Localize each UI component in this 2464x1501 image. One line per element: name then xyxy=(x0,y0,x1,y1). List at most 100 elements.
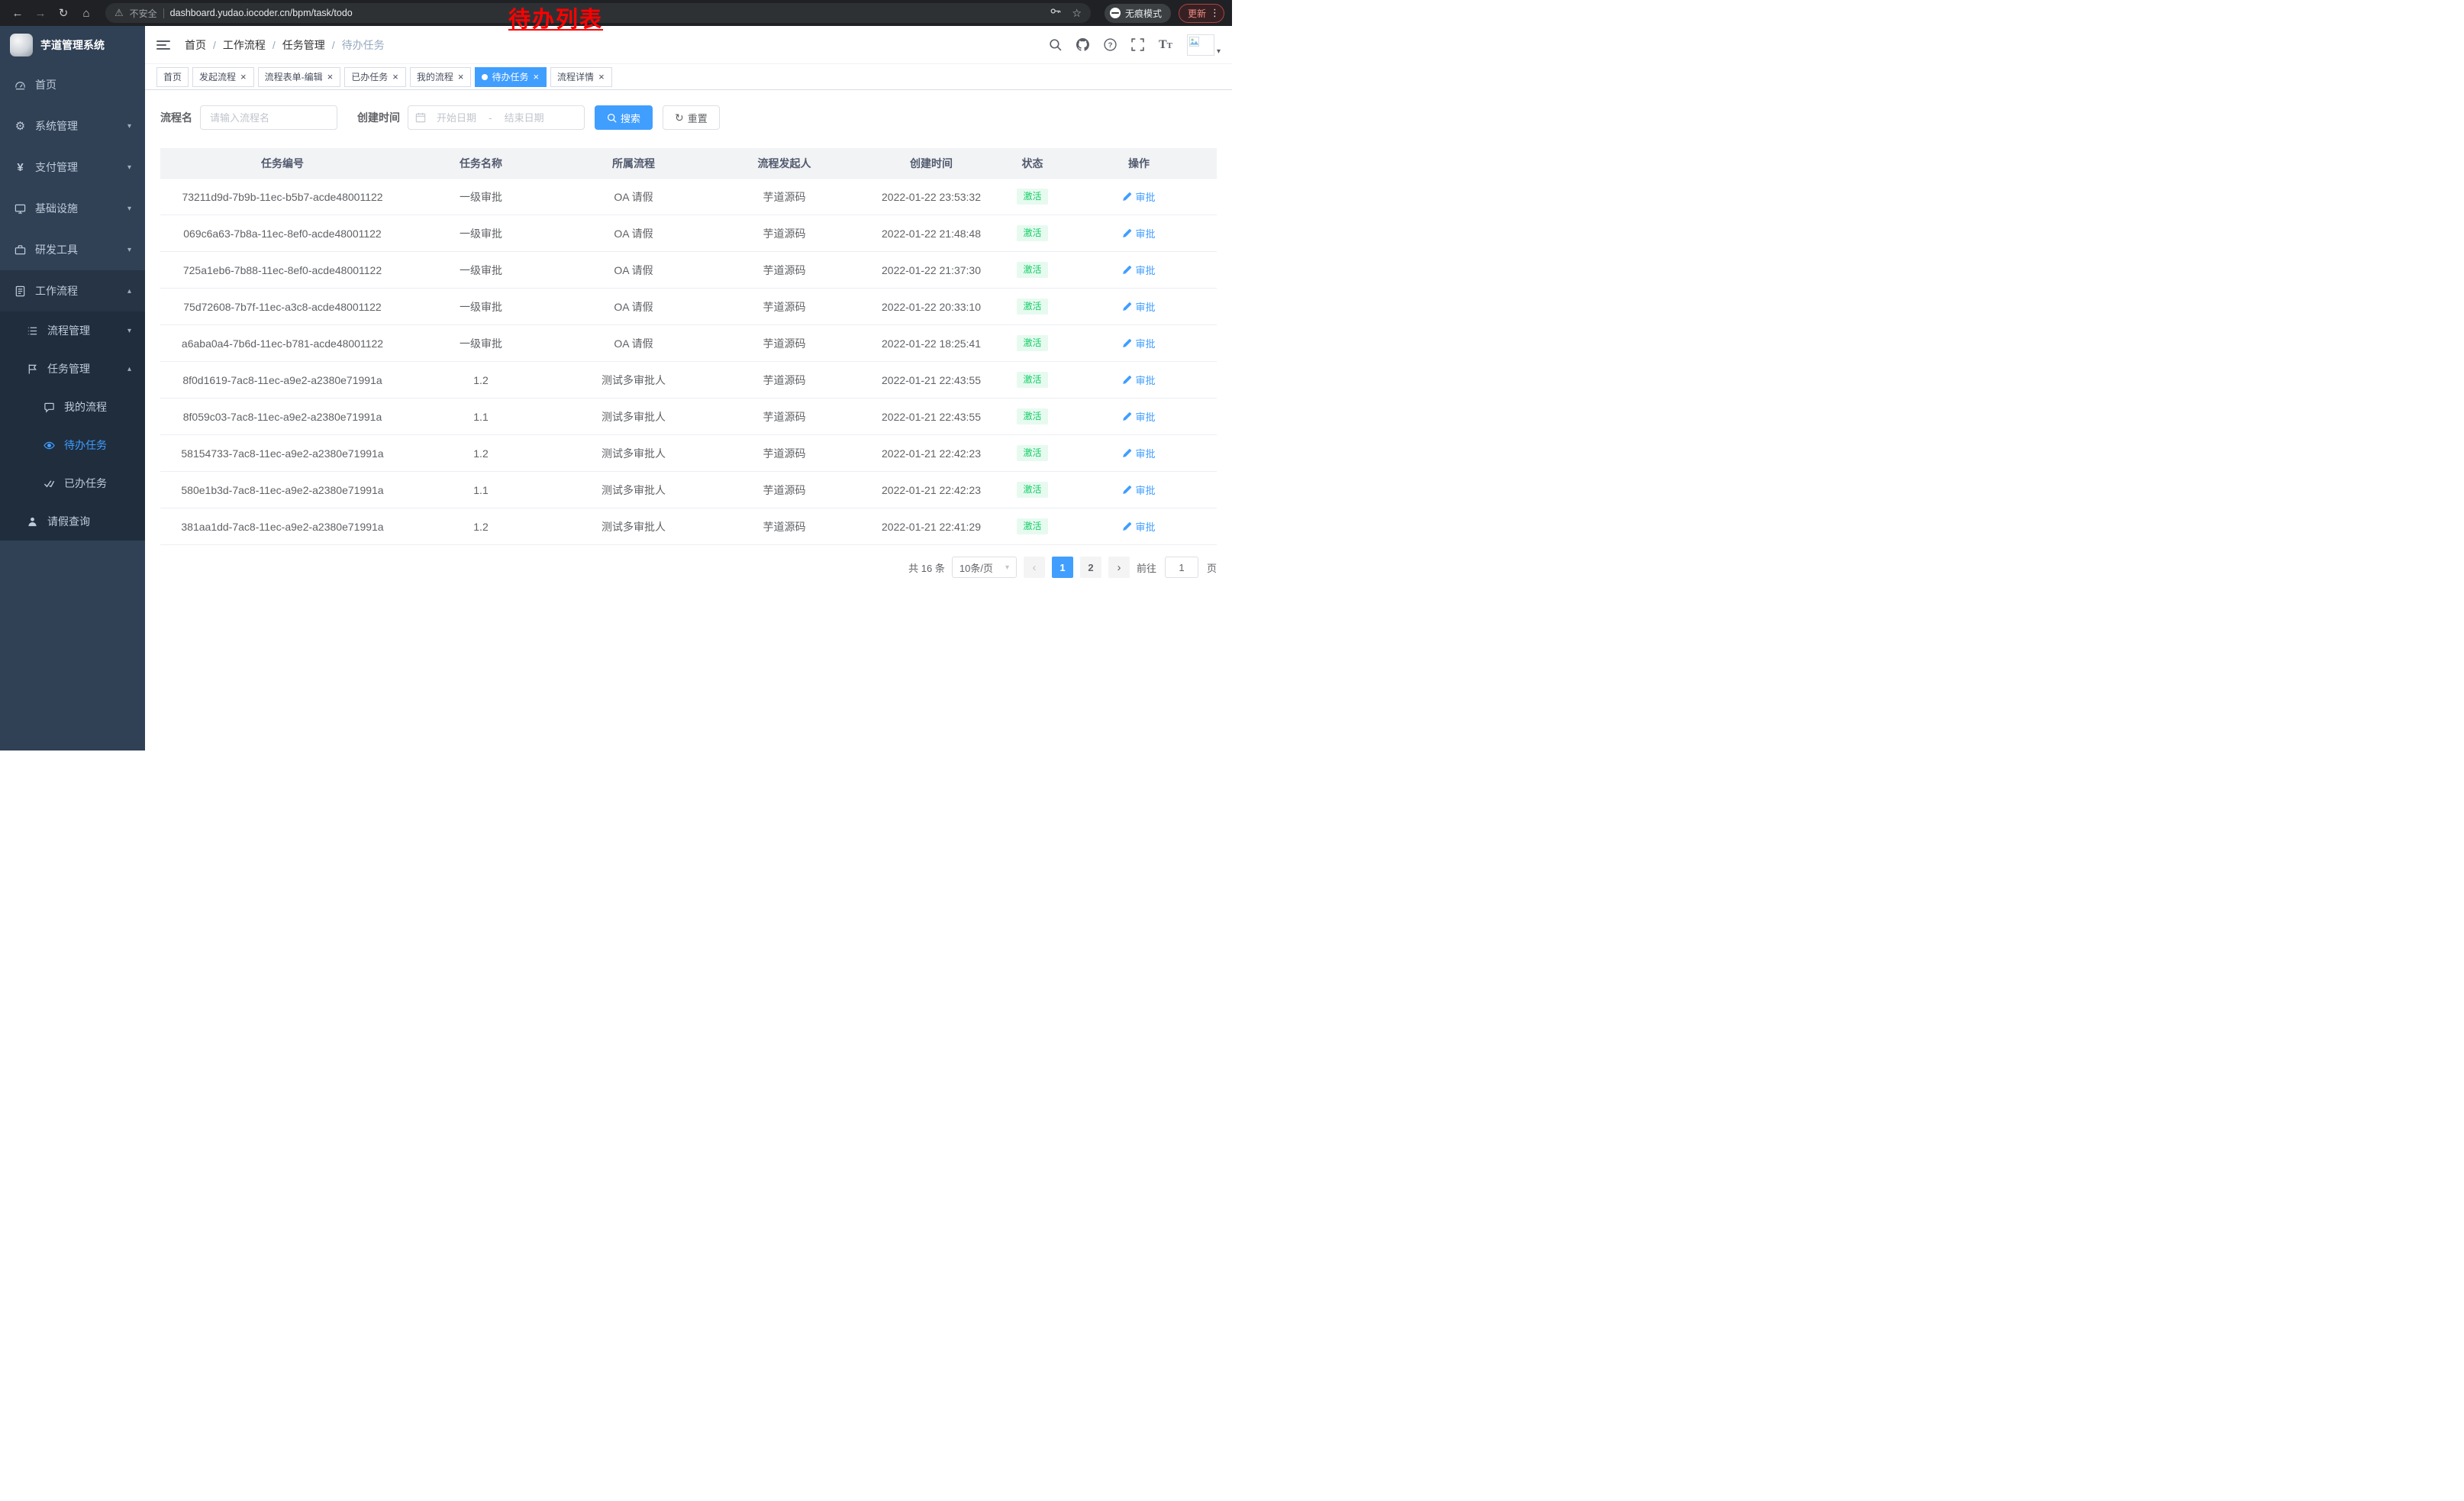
breadcrumb: 首页 / 工作流程 / 任务管理 / 待办任务 xyxy=(185,37,385,53)
close-icon[interactable]: × xyxy=(598,72,605,82)
sidebar-item-todo-tasks[interactable]: 待办任务 xyxy=(0,426,145,464)
sidebar-item-home[interactable]: 首页 xyxy=(0,64,145,105)
bookmark-star-icon[interactable]: ☆ xyxy=(1072,7,1082,20)
close-icon[interactable]: × xyxy=(532,72,540,82)
cell-create-time: 2022-01-22 18:25:41 xyxy=(859,337,1004,350)
sidebar-item-process-management[interactable]: 流程管理 ▾ xyxy=(0,311,145,350)
url-text[interactable]: dashboard.yudao.iocoder.cn/bpm/task/todo xyxy=(170,8,1044,18)
password-key-icon[interactable] xyxy=(1050,5,1061,21)
close-icon[interactable]: × xyxy=(392,72,399,82)
goto-page-input[interactable] xyxy=(1165,557,1198,578)
cell-task-name: 1.2 xyxy=(405,374,557,386)
update-button[interactable]: 更新 ⋮ xyxy=(1179,4,1224,23)
date-range-picker[interactable]: - xyxy=(408,105,585,130)
breadcrumb-task-management[interactable]: 任务管理 xyxy=(282,37,325,53)
top-navbar: 首页 / 工作流程 / 任务管理 / 待办任务 ? xyxy=(145,26,1232,64)
sidebar-item-workflow[interactable]: 工作流程 ▴ xyxy=(0,270,145,311)
status-badge: 激活 xyxy=(1017,262,1047,277)
tab[interactable]: 发起流程 × xyxy=(192,67,254,87)
chevron-up-icon: ▴ xyxy=(127,287,131,295)
table-row: 580e1b3d-7ac8-11ec-a9e2-a2380e71991a 1.1… xyxy=(160,472,1217,508)
todo-task-table: 任务编号任务名称所属流程流程发起人创建时间状态操作 73211d9d-7b9b-… xyxy=(160,148,1217,545)
app-logo[interactable]: 芋道管理系统 xyxy=(0,26,145,64)
browser-menu-icon[interactable]: ⋮ xyxy=(1210,7,1220,19)
next-page-button[interactable]: › xyxy=(1108,557,1130,578)
table-row: 381aa1dd-7ac8-11ec-a9e2-a2380e71991a 1.2… xyxy=(160,508,1217,545)
column-header: 创建时间 xyxy=(859,156,1004,171)
github-icon[interactable] xyxy=(1076,38,1089,51)
filter-bar: 流程名 创建时间 - 搜索 ↻ 重置 xyxy=(160,105,1217,130)
approve-link[interactable]: 审批 xyxy=(1122,263,1155,277)
start-date-input[interactable] xyxy=(427,112,485,124)
edit-icon xyxy=(1122,448,1132,458)
sidebar-item-my-process[interactable]: 我的流程 xyxy=(0,388,145,426)
sidebar-item-payment[interactable]: ¥ 支付管理 ▾ xyxy=(0,147,145,188)
user-avatar[interactable]: ▾ xyxy=(1187,34,1221,56)
forward-icon[interactable]: → xyxy=(31,3,50,23)
tab[interactable]: 已办任务 × xyxy=(344,67,406,87)
sidebar-item-system[interactable]: ⚙ 系统管理 ▾ xyxy=(0,105,145,147)
approve-link[interactable]: 审批 xyxy=(1122,409,1155,424)
approve-link[interactable]: 审批 xyxy=(1122,189,1155,204)
tab[interactable]: 待办任务 × xyxy=(475,67,547,87)
page-size-select[interactable]: 10条/页 ▾ xyxy=(952,557,1017,578)
tab[interactable]: 流程表单-编辑 × xyxy=(258,67,341,87)
close-icon[interactable]: × xyxy=(327,72,334,82)
cell-task-id: a6aba0a4-7b6d-11ec-b781-acde48001122 xyxy=(160,337,405,350)
cell-create-time: 2022-01-22 21:37:30 xyxy=(859,264,1004,276)
breadcrumb-home[interactable]: 首页 xyxy=(185,37,206,53)
cell-process: OA 请假 xyxy=(557,299,710,315)
sidebar-item-done-tasks[interactable]: 已办任务 xyxy=(0,464,145,502)
cell-task-name: 一级审批 xyxy=(405,263,557,278)
cell-starter: 芋道源码 xyxy=(710,336,859,351)
sidebar-item-infrastructure[interactable]: 基础设施 ▾ xyxy=(0,188,145,229)
process-name-input[interactable] xyxy=(200,105,337,130)
approve-link[interactable]: 审批 xyxy=(1122,446,1155,460)
cell-starter: 芋道源码 xyxy=(710,409,859,424)
workflow-icon xyxy=(14,286,27,297)
search-icon[interactable] xyxy=(1049,38,1062,51)
back-icon[interactable]: ← xyxy=(8,3,27,23)
prev-page-button[interactable]: ‹ xyxy=(1024,557,1045,578)
reset-button[interactable]: ↻ 重置 xyxy=(663,105,720,130)
cell-process: OA 请假 xyxy=(557,189,710,205)
cell-create-time: 2022-01-22 20:33:10 xyxy=(859,301,1004,313)
cell-process: 测试多审批人 xyxy=(557,483,710,498)
approve-link[interactable]: 审批 xyxy=(1122,373,1155,387)
help-icon[interactable]: ? xyxy=(1104,38,1117,51)
double-check-icon xyxy=(43,478,56,489)
table-row: 75d72608-7b7f-11ec-a3c8-acde48001122 一级审… xyxy=(160,289,1217,325)
breadcrumb-workflow[interactable]: 工作流程 xyxy=(223,37,266,53)
cell-create-time: 2022-01-21 22:42:23 xyxy=(859,484,1004,496)
active-dot xyxy=(482,74,488,80)
reload-icon[interactable]: ↻ xyxy=(53,3,73,23)
sidebar-item-leave-query[interactable]: 请假查询 xyxy=(0,502,145,541)
end-date-input[interactable] xyxy=(495,112,553,124)
status-badge: 激活 xyxy=(1017,189,1047,204)
sidebar-item-task-management[interactable]: 任务管理 ▴ xyxy=(0,350,145,388)
sidebar-item-devtools[interactable]: 研发工具 ▾ xyxy=(0,229,145,270)
approve-link[interactable]: 审批 xyxy=(1122,299,1155,314)
home-icon[interactable]: ⌂ xyxy=(76,3,96,23)
edit-icon xyxy=(1122,192,1132,202)
close-icon[interactable]: × xyxy=(457,72,465,82)
security-label[interactable]: 不安全 xyxy=(130,7,157,20)
page-number-button[interactable]: 1 xyxy=(1052,557,1073,578)
collapse-sidebar-button[interactable] xyxy=(156,37,172,53)
edit-icon xyxy=(1122,485,1132,495)
status-badge: 激活 xyxy=(1017,225,1047,240)
status-badge: 激活 xyxy=(1017,445,1047,460)
cell-task-name: 1.1 xyxy=(405,484,557,496)
font-size-icon[interactable]: TT xyxy=(1159,39,1172,51)
approve-link[interactable]: 审批 xyxy=(1122,519,1155,534)
page-number-button[interactable]: 2 xyxy=(1080,557,1101,578)
approve-link[interactable]: 审批 xyxy=(1122,483,1155,497)
fullscreen-icon[interactable] xyxy=(1131,38,1144,51)
approve-link[interactable]: 审批 xyxy=(1122,336,1155,350)
search-button[interactable]: 搜索 xyxy=(595,105,653,130)
tab[interactable]: 流程详情 × xyxy=(550,67,612,87)
close-icon[interactable]: × xyxy=(240,72,247,82)
tab[interactable]: 首页 × xyxy=(156,67,189,87)
tab[interactable]: 我的流程 × xyxy=(410,67,472,87)
approve-link[interactable]: 审批 xyxy=(1122,226,1155,240)
